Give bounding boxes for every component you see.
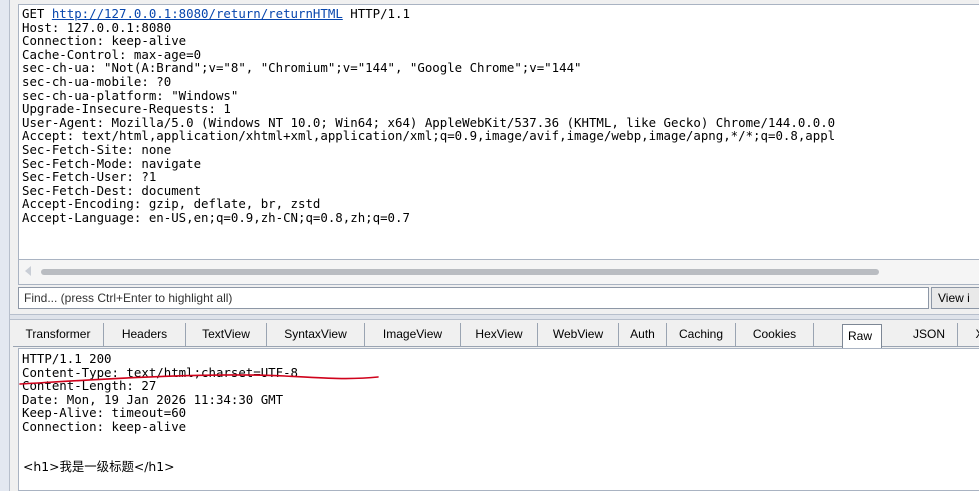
scroll-thumb[interactable] (41, 269, 879, 275)
scroll-left-arrow-icon[interactable] (25, 266, 31, 276)
tab-raw[interactable]: Raw (842, 324, 882, 348)
tab-transformer[interactable]: Transformer (13, 323, 104, 347)
request-header-line: Accept-Language: en-US,en;q=0.9,zh-CN;q=… (22, 209, 410, 225)
tab-xml[interactable]: X (970, 323, 979, 347)
tab-cookies[interactable]: Cookies (736, 323, 814, 347)
tab-auth[interactable]: Auth (619, 323, 667, 347)
tab-webview[interactable]: WebView (538, 323, 619, 347)
response-pane[interactable]: HTTP/1.1 200 Content-Type: text/html;cha… (18, 348, 979, 491)
find-input[interactable]: Find... (press Ctrl+Enter to highlight a… (18, 287, 929, 309)
view-in-notepad-button[interactable]: View i (931, 287, 979, 309)
response-body: <h1>我是一级标题</h1> (23, 459, 175, 474)
request-headers: Host: 127.0.0.1:8080 Connection: keep-al… (22, 20, 835, 225)
tab-headers[interactable]: Headers (104, 323, 186, 347)
tab-hexview[interactable]: HexView (461, 323, 538, 347)
request-protocol: HTTP/1.1 (342, 6, 410, 21)
request-pane[interactable]: GET http://127.0.0.1:8080/return/returnH… (18, 4, 979, 260)
tab-imageview[interactable]: ImageView (365, 323, 461, 347)
tab-syntaxview[interactable]: SyntaxView (267, 323, 365, 347)
tab-json[interactable]: JSON (901, 323, 958, 347)
tab-textview[interactable]: TextView (186, 323, 267, 347)
response-tab-strip: Transformer Headers TextView SyntaxView Imag… (13, 321, 979, 348)
response-headers: HTTP/1.1 200 Content-Type: text/html;cha… (22, 352, 298, 434)
tab-caching[interactable]: Caching (667, 323, 736, 347)
pane-splitter[interactable] (10, 314, 979, 320)
left-rail (0, 0, 10, 491)
response-header-line: Connection: keep-alive (22, 418, 187, 434)
horizontal-scrollbar[interactable] (18, 260, 979, 285)
request-text: GET http://127.0.0.1:8080/return/returnH… (22, 7, 835, 225)
